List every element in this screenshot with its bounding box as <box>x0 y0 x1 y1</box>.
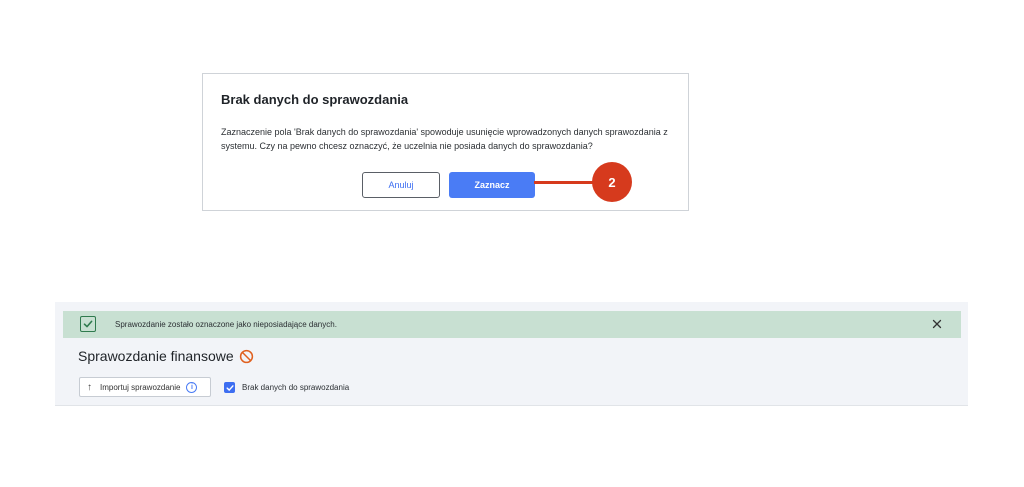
import-report-button[interactable]: ↑ Importuj sprawozdanie i <box>79 377 211 397</box>
section-heading: Sprawozdanie finansowe <box>78 348 254 364</box>
dialog-message: Zaznaczenie pola 'Brak danych do sprawoz… <box>221 127 668 151</box>
callout-connector-line <box>534 181 594 184</box>
confirm-button[interactable]: Zaznacz <box>449 172 535 198</box>
success-alert: Sprawozdanie zostało oznaczone jako niep… <box>63 311 961 338</box>
callout-step-badge: 2 <box>592 162 632 202</box>
check-square-icon <box>80 316 96 332</box>
cancel-button[interactable]: Anuluj <box>362 172 440 198</box>
dialog-title: Brak danych do sprawozdania <box>221 92 409 107</box>
no-entry-icon <box>239 349 254 364</box>
arrow-up-icon: ↑ <box>87 381 92 393</box>
info-icon[interactable]: i <box>186 381 198 393</box>
no-data-checkbox[interactable] <box>224 382 235 393</box>
close-icon[interactable] <box>929 316 945 332</box>
alert-message: Sprawozdanie zostało oznaczone jako niep… <box>115 320 337 329</box>
no-data-checkbox-label: Brak danych do sprawozdania <box>242 383 350 392</box>
import-button-label: Importuj sprawozdanie <box>100 382 181 392</box>
panel-divider <box>55 405 968 406</box>
section-title: Sprawozdanie finansowe <box>78 348 234 364</box>
report-panel: Sprawozdanie zostało oznaczone jako niep… <box>55 302 968 406</box>
